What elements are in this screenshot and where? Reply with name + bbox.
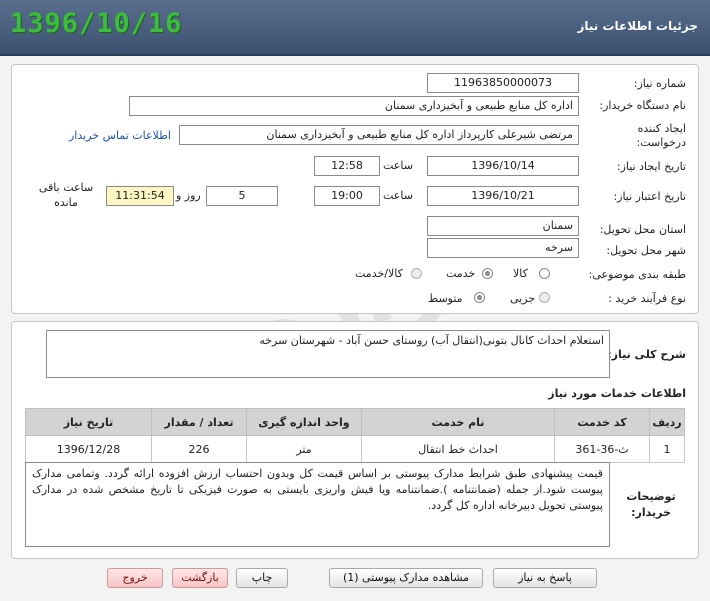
exit-button[interactable]: خروج bbox=[107, 568, 163, 588]
province-label: استان محل تحویل: bbox=[599, 223, 686, 236]
back-button[interactable]: بازگشت bbox=[172, 568, 228, 588]
services-title: اطلاعات خدمات مورد نیاز bbox=[548, 387, 686, 400]
category-radio-goods[interactable] bbox=[539, 268, 550, 279]
description-label: شرح کلی نیاز: bbox=[607, 348, 686, 361]
requester-field: مرتضی شیرعلی کارپرداز اداره کل منابع طبی… bbox=[179, 125, 579, 145]
buyer-org-label: نام دستگاه خریدار: bbox=[599, 99, 686, 112]
created-date-field: 1396/10/14 bbox=[427, 156, 579, 176]
need-number-field: 11963850000073 bbox=[427, 73, 579, 93]
category-radio-service[interactable] bbox=[482, 268, 493, 279]
page-title: جزئیات اطلاعات نیاز bbox=[577, 19, 698, 33]
services-header-row: ردیف کد خدمت نام خدمت واحد اندازه گیری ت… bbox=[25, 408, 685, 436]
col-service-name: نام خدمت bbox=[361, 408, 555, 436]
services-table: ردیف کد خدمت نام خدمت واحد اندازه گیری ت… bbox=[25, 408, 685, 463]
validity-date-label: تاریخ اعتبار نیاز: bbox=[613, 190, 686, 203]
city-label: شهر محل تحویل: bbox=[606, 244, 686, 257]
col-row: ردیف bbox=[649, 408, 685, 436]
title-bar: جزئیات اطلاعات نیاز 1396/10/16 bbox=[0, 0, 710, 56]
buyer-contact-link[interactable]: اطلاعات تماس خریدار bbox=[69, 129, 171, 142]
remaining-days-field: 5 bbox=[206, 186, 278, 206]
col-unit: واحد اندازه گیری bbox=[246, 408, 362, 436]
process-radio-minor[interactable] bbox=[539, 292, 550, 303]
view-attachments-button[interactable]: مشاهده مدارک پیوستی (1) bbox=[329, 568, 483, 588]
notes-field: قیمت پیشنهادی طبق شرایط مدارک پیوستی بر … bbox=[25, 462, 610, 547]
process-label: نوع فرآیند خرید : bbox=[608, 292, 686, 305]
validity-time-field: 19:00 bbox=[314, 186, 380, 206]
process-option-minor: جزیی bbox=[510, 292, 536, 305]
cell-unit: متر bbox=[246, 435, 362, 463]
city-field: سرخه bbox=[427, 238, 579, 258]
cell-service-code: ث-36-361 bbox=[554, 435, 650, 463]
province-field: سمنان bbox=[427, 216, 579, 236]
col-quantity: تعداد / مقدار bbox=[151, 408, 247, 436]
description-field: استعلام احداث کانال بتونی(انتقال آب) روس… bbox=[46, 330, 610, 378]
col-service-code: کد خدمت bbox=[554, 408, 650, 436]
remaining-time-field: 11:31:54 bbox=[106, 186, 174, 206]
col-need-date: تاریخ نیاز bbox=[25, 408, 152, 436]
category-option-both: کالا/خدمت bbox=[355, 267, 403, 280]
created-date-label: تاریخ ایجاد نیاز: bbox=[616, 160, 686, 173]
reply-button[interactable]: پاسخ به نیاز bbox=[493, 568, 597, 588]
validity-time-label: ساعت bbox=[383, 189, 413, 202]
print-button[interactable]: چاپ bbox=[236, 568, 288, 588]
cell-quantity: 226 bbox=[151, 435, 247, 463]
cell-need-date: 1396/12/28 bbox=[25, 435, 152, 463]
need-number-label: شماره نیاز: bbox=[633, 77, 686, 90]
buyer-org-field: اداره کل منابع طبیعی و آبخیزداری سمنان bbox=[129, 96, 579, 116]
category-label: طبقه بندی موضوعی: bbox=[588, 268, 686, 281]
notes-label: توضیحات خریدار: bbox=[626, 490, 676, 519]
header-date: 1396/10/16 bbox=[10, 8, 183, 39]
category-radio-both[interactable] bbox=[411, 268, 422, 279]
table-row: 1 ث-36-361 احداث خط انتقال متر 226 1396/… bbox=[25, 435, 685, 463]
category-option-goods: کالا bbox=[513, 267, 528, 280]
cell-row: 1 bbox=[649, 435, 685, 463]
cell-service-name: احداث خط انتقال bbox=[361, 435, 555, 463]
remaining-days-label: روز و bbox=[176, 189, 201, 202]
process-radio-medium[interactable] bbox=[474, 292, 485, 303]
process-option-medium: متوسط bbox=[428, 292, 463, 305]
validity-date-field: 1396/10/21 bbox=[427, 186, 579, 206]
created-time-label: ساعت bbox=[383, 159, 413, 172]
requester-label: ایجاد کننده درخواست: bbox=[636, 122, 686, 149]
category-option-service: خدمت bbox=[446, 267, 476, 280]
remaining-time-label: ساعت باقی مانده bbox=[38, 181, 94, 209]
created-time-field: 12:58 bbox=[314, 156, 380, 176]
